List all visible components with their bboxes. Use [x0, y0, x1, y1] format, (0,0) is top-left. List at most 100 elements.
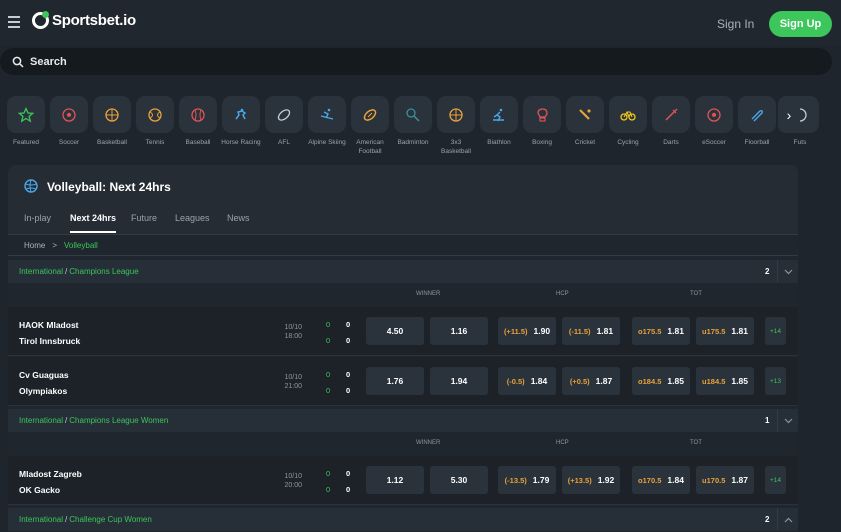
- odds-hcp-away[interactable]: (+13.5) 1.92: [562, 466, 620, 494]
- sport-item-american-football[interactable]: American Football: [349, 96, 391, 156]
- sport-item-boxing[interactable]: Boxing: [521, 96, 563, 147]
- home-team[interactable]: Cv Guaguas: [19, 370, 69, 380]
- odds-hcp-home[interactable]: (-13.5) 1.79: [498, 466, 556, 494]
- away-team[interactable]: Tirol Innsbruck: [19, 336, 80, 346]
- more-markets-button[interactable]: +13: [765, 367, 786, 395]
- odds-winner-away[interactable]: 5.30: [430, 466, 488, 494]
- tab-in-play[interactable]: In-play: [24, 213, 51, 223]
- sport-item-baseball[interactable]: Baseball: [177, 96, 219, 147]
- sport-item-basketball[interactable]: Basketball: [91, 96, 133, 147]
- search-label: Search: [30, 55, 67, 68]
- league-name[interactable]: Champions League Women: [69, 416, 168, 425]
- total-line: u170.5: [702, 475, 726, 485]
- odds-total-under[interactable]: u184.5 1.85: [696, 367, 754, 395]
- match-row[interactable]: HAOK Mladost Tirol Innsbruck 10/10 18:00 …: [8, 307, 798, 356]
- home-team[interactable]: Mladost Zagreb: [19, 469, 82, 479]
- sport-item-darts[interactable]: Darts: [650, 96, 692, 147]
- search-bar[interactable]: Search: [0, 48, 832, 75]
- tab-future[interactable]: Future: [131, 213, 157, 223]
- score-home-sets: 0: [326, 469, 331, 478]
- sign-in-link[interactable]: Sign In: [717, 17, 754, 31]
- score-home-points: 0: [346, 320, 351, 329]
- match-date: 10/10: [284, 374, 302, 381]
- soccer-icon: [62, 107, 76, 122]
- odds-winner-away[interactable]: 1.16: [430, 317, 488, 345]
- odds-total-over[interactable]: o184.5 1.85: [632, 367, 690, 395]
- sport-item-3x3-basketball[interactable]: 3x3 Basketball: [435, 96, 477, 156]
- league-header[interactable]: International / Champions League Women 1: [8, 409, 798, 432]
- sport-label: Soccer: [58, 139, 80, 146]
- sport-item-esoccer[interactable]: eSoccer: [693, 96, 735, 147]
- sport-item-horse-racing[interactable]: Horse Racing: [220, 96, 262, 147]
- panel-header: Volleyball: Next 24hrs In-play Next 24hr…: [8, 165, 798, 234]
- odds-winner-home[interactable]: 4.50: [366, 317, 424, 345]
- chevron-up-icon[interactable]: [777, 508, 798, 531]
- odds-winner-home[interactable]: 1.12: [366, 466, 424, 494]
- sport-label: American Football: [356, 139, 384, 155]
- home-team[interactable]: HAOK Mladost: [19, 320, 79, 330]
- league-region[interactable]: International: [19, 267, 63, 276]
- league-header[interactable]: International / Challenge Cup Women 2: [8, 508, 798, 531]
- odds-hcp-home[interactable]: (+11.5) 1.90: [498, 317, 556, 345]
- odds-hcp-away[interactable]: (-11.5) 1.81: [562, 317, 620, 345]
- odds-value: 1.81: [596, 326, 614, 336]
- league-separator: /: [65, 267, 68, 276]
- more-markets-button[interactable]: +14: [765, 466, 786, 494]
- odds-total-over[interactable]: o170.5 1.84: [632, 466, 690, 494]
- odds-value: 1.85: [731, 376, 748, 386]
- league-name[interactable]: Champions League: [69, 267, 138, 276]
- tab-news[interactable]: News: [227, 213, 250, 223]
- match-row[interactable]: Mladost Zagreb OK Gacko 10/10 20:00 0 0 0…: [8, 456, 798, 505]
- league-region[interactable]: International: [19, 416, 63, 425]
- odds-value: 1.87: [595, 376, 613, 386]
- odds-total-over[interactable]: o175.5 1.81: [632, 317, 690, 345]
- league-count: 1: [765, 416, 770, 425]
- match-row[interactable]: Cv Guaguas Olympiakos 10/10 21:00 0 0 0 0…: [8, 357, 798, 406]
- odds-winner-away[interactable]: 1.94: [430, 367, 488, 395]
- sport-item-featured[interactable]: Featured: [5, 96, 47, 147]
- sport-item-tennis[interactable]: Tennis: [134, 96, 176, 147]
- league-name[interactable]: Challenge Cup Women: [69, 515, 152, 524]
- hamburger-menu-icon[interactable]: [8, 16, 20, 28]
- chevron-down-icon[interactable]: [777, 409, 798, 432]
- score-away-points: 0: [346, 386, 351, 395]
- odds-hcp-away[interactable]: (+0.5) 1.87: [562, 367, 620, 395]
- sport-item-floorball[interactable]: Floorball: [736, 96, 778, 147]
- sport-item-cricket[interactable]: Cricket: [564, 96, 606, 147]
- sport-label: Baseball: [185, 139, 211, 146]
- score-away-sets: 0: [326, 336, 331, 345]
- chevron-down-icon[interactable]: [777, 260, 798, 283]
- away-team[interactable]: OK Gacko: [19, 485, 60, 495]
- tab-next-24hrs[interactable]: Next 24hrs: [70, 213, 116, 223]
- league-region[interactable]: International: [19, 515, 63, 524]
- league-header[interactable]: International / Champions League 2: [8, 260, 798, 283]
- horse-racing-icon: [235, 108, 247, 119]
- basketball-icon: [105, 107, 119, 122]
- sport-item-cycling[interactable]: Cycling: [607, 96, 649, 147]
- more-markets-button[interactable]: +14: [765, 317, 786, 345]
- logo[interactable]: Sportsbet.io: [32, 11, 136, 29]
- sport-item-badminton[interactable]: Badminton: [392, 96, 434, 147]
- sport-item-alpine-skiing[interactable]: Alpine Skiing: [306, 96, 348, 147]
- sports-nav: Featured Soccer Basketball Tennis Baseba…: [0, 96, 841, 166]
- odds-total-under[interactable]: u170.5 1.87: [696, 466, 754, 494]
- odds-hcp-home[interactable]: (-0.5) 1.84: [498, 367, 556, 395]
- sign-up-button[interactable]: Sign Up: [769, 11, 832, 37]
- market-winner-label: WINNER: [416, 291, 441, 297]
- breadcrumb-home[interactable]: Home: [24, 241, 45, 250]
- sport-item-afl[interactable]: AFL: [263, 96, 305, 147]
- tab-leagues[interactable]: Leagues: [175, 213, 210, 223]
- breadcrumb-current[interactable]: Volleyball: [64, 241, 98, 250]
- active-tab-indicator: [70, 231, 116, 233]
- away-team[interactable]: Olympiakos: [19, 386, 67, 396]
- sports-scroll-right-icon[interactable]: ›: [778, 96, 800, 133]
- odds-winner-home[interactable]: 1.76: [366, 367, 424, 395]
- sport-label: Badminton: [397, 139, 429, 146]
- odds-total-under[interactable]: u175.5 1.81: [696, 317, 754, 345]
- odds-value: 1.84: [667, 475, 684, 485]
- sport-label: Tennis: [145, 139, 165, 146]
- match-datetime: 10/10 18:00: [272, 323, 302, 341]
- sport-label: AFL: [278, 139, 290, 146]
- sport-item-soccer[interactable]: Soccer: [48, 96, 90, 147]
- sport-item-biathlon[interactable]: Biathlon: [478, 96, 520, 147]
